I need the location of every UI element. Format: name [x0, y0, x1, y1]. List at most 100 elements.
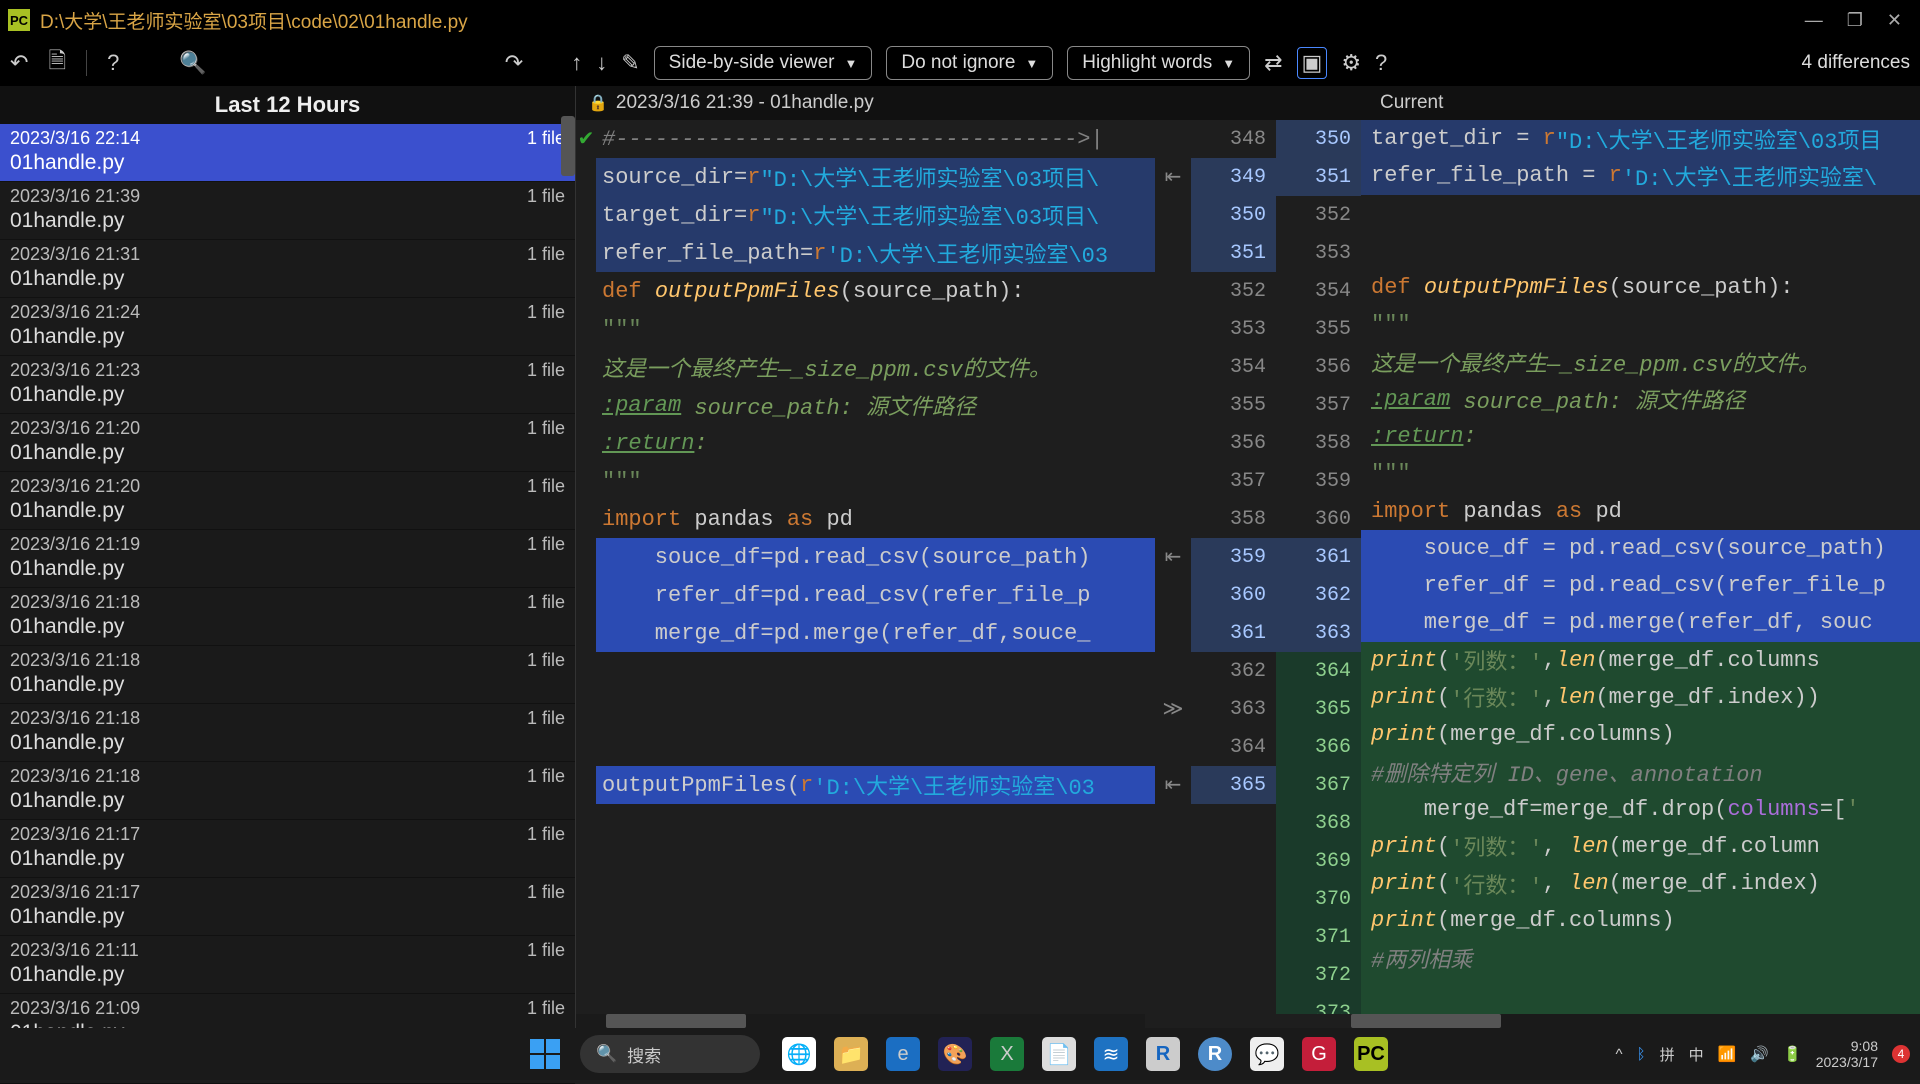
code-line[interactable]: #删除特定列 ID、gene、annotation: [1361, 753, 1920, 790]
right-code-panel[interactable]: target_dir = r"D:\大学\王老师实验室\03项目refer_fi…: [1361, 120, 1920, 1014]
history-item[interactable]: 2023/3/16 21:391 file01handle.py: [0, 182, 575, 240]
clock[interactable]: 9:08 2023/3/17: [1816, 1038, 1878, 1070]
volume-icon[interactable]: 🔊: [1750, 1045, 1769, 1063]
code-line[interactable]: [1361, 195, 1920, 232]
start-button[interactable]: [530, 1039, 560, 1069]
code-line[interactable]: source_dir=r"D:\大学\王老师实验室\03项目\: [596, 158, 1155, 196]
diff-marker-icon[interactable]: ⇤: [1155, 766, 1191, 804]
code-line[interactable]: :param source_path: 源文件路径: [596, 386, 1155, 424]
history-item[interactable]: 2023/3/16 22:141 file01handle.py: [0, 124, 575, 182]
code-line[interactable]: merge_df = pd.merge(refer_df, souc: [1361, 604, 1920, 641]
help-icon[interactable]: ?: [1375, 50, 1387, 76]
code-line[interactable]: import pandas as pd: [596, 500, 1155, 538]
pycharm-icon[interactable]: PC: [1354, 1037, 1388, 1071]
history-item[interactable]: 2023/3/16 21:181 file01handle.py: [0, 646, 575, 704]
history-item[interactable]: 2023/3/16 21:111 file01handle.py: [0, 936, 575, 994]
history-item[interactable]: 2023/3/16 21:231 file01handle.py: [0, 356, 575, 414]
redo-icon[interactable]: ↷: [505, 50, 523, 76]
edge-icon[interactable]: e: [886, 1037, 920, 1071]
left-hscrollbar[interactable]: [576, 1014, 1145, 1028]
system-tray[interactable]: ^ ᛒ 拼 中 📶 🔊 🔋 9:08 2023/3/17 4: [1616, 1028, 1910, 1080]
code-line[interactable]: [596, 652, 1155, 690]
history-item[interactable]: 2023/3/16 21:241 file01handle.py: [0, 298, 575, 356]
code-line[interactable]: [1361, 977, 1920, 1014]
code-line[interactable]: print(merge_df.columns): [1361, 902, 1920, 939]
code-line[interactable]: #两列相乘: [1361, 940, 1920, 977]
code-line[interactable]: :return:: [1361, 418, 1920, 455]
vscode-icon[interactable]: ≋: [1094, 1037, 1128, 1071]
code-line[interactable]: target_dir = r"D:\大学\王老师实验室\03项目: [1361, 120, 1920, 157]
code-line[interactable]: print('列数：', len(merge_df.column: [1361, 828, 1920, 865]
notification-badge[interactable]: 4: [1892, 1045, 1910, 1063]
revert-icon[interactable]: 🗎: [48, 44, 66, 82]
code-line[interactable]: """: [1361, 455, 1920, 492]
code-line[interactable]: """: [1361, 306, 1920, 343]
code-line[interactable]: target_dir=r"D:\大学\王老师实验室\03项目\: [596, 196, 1155, 234]
code-line[interactable]: souce_df=pd.read_csv(source_path): [596, 538, 1155, 576]
taskbar-search[interactable]: 🔍 搜索: [580, 1035, 760, 1073]
sync-scroll-icon[interactable]: ⇄: [1264, 50, 1282, 76]
edit-icon[interactable]: ✎: [621, 50, 639, 76]
maximize-button[interactable]: ❐: [1847, 10, 1863, 31]
code-line[interactable]: [596, 690, 1155, 728]
app-icon[interactable]: G: [1302, 1037, 1336, 1071]
collapse-unchanged-icon[interactable]: ▣: [1297, 47, 1328, 79]
diff-marker-icon[interactable]: ⇤: [1155, 538, 1191, 576]
code-line[interactable]: print('行数：',len(merge_df.index)): [1361, 679, 1920, 716]
wechat-icon[interactable]: 💬: [1250, 1037, 1284, 1071]
language-indicator[interactable]: 中: [1689, 1044, 1704, 1065]
code-line[interactable]: refer_df=pd.read_csv(refer_file_p: [596, 576, 1155, 614]
code-line[interactable]: def outputPpmFiles(source_path):: [596, 272, 1155, 310]
rstudio-icon[interactable]: R: [1146, 1037, 1180, 1071]
tray-chevron-icon[interactable]: ^: [1616, 1046, 1623, 1063]
undo-icon[interactable]: ↶: [10, 50, 28, 76]
history-item[interactable]: 2023/3/16 21:181 file01handle.py: [0, 762, 575, 820]
code-line[interactable]: [596, 728, 1155, 766]
history-item[interactable]: 2023/3/16 21:171 file01handle.py: [0, 878, 575, 936]
code-line[interactable]: """: [596, 462, 1155, 500]
close-button[interactable]: ✕: [1887, 10, 1902, 31]
code-line[interactable]: souce_df = pd.read_csv(source_path): [1361, 530, 1920, 567]
code-line[interactable]: def outputPpmFiles(source_path):: [1361, 269, 1920, 306]
code-line[interactable]: merge_df=pd.merge(refer_df,souce_: [596, 614, 1155, 652]
code-line[interactable]: outputPpmFiles(r'D:\大学\王老师实验室\03: [596, 766, 1155, 804]
code-line[interactable]: 这是一个最终产生—_size_ppm.csv的文件。: [596, 348, 1155, 386]
search-icon[interactable]: 🔍: [179, 50, 206, 76]
explorer-icon[interactable]: 📁: [834, 1037, 868, 1071]
code-line[interactable]: """: [596, 310, 1155, 348]
right-hscrollbar[interactable]: [1351, 1014, 1920, 1028]
code-line[interactable]: :return:: [596, 424, 1155, 462]
next-diff-icon[interactable]: ↓: [596, 50, 607, 76]
code-line[interactable]: #----------------------------------->|: [596, 120, 1155, 158]
code-line[interactable]: refer_df = pd.read_csv(refer_file_p: [1361, 567, 1920, 604]
diff-marker-icon[interactable]: ≫: [1155, 690, 1191, 728]
sidebar-scrollbar[interactable]: [561, 116, 575, 176]
wifi-icon[interactable]: 📶: [1718, 1045, 1737, 1063]
bluetooth-icon[interactable]: ᛒ: [1637, 1046, 1646, 1063]
code-line[interactable]: refer_file_path=r'D:\大学\王老师实验室\03: [596, 234, 1155, 272]
ime-indicator[interactable]: 拼: [1660, 1044, 1675, 1065]
history-item[interactable]: 2023/3/16 21:201 file01handle.py: [0, 472, 575, 530]
left-code-panel[interactable]: #----------------------------------->|so…: [596, 120, 1155, 1014]
chrome-icon[interactable]: 🌐: [782, 1037, 816, 1071]
code-line[interactable]: refer_file_path = r'D:\大学\王老师实验室\: [1361, 157, 1920, 194]
notepad-icon[interactable]: 📄: [1042, 1037, 1076, 1071]
history-item[interactable]: 2023/3/16 21:181 file01handle.py: [0, 588, 575, 646]
code-line[interactable]: [1361, 232, 1920, 269]
code-line[interactable]: print(merge_df.columns): [1361, 716, 1920, 753]
gear-icon[interactable]: ⚙: [1341, 50, 1361, 76]
code-line[interactable]: print('行数：', len(merge_df.index): [1361, 865, 1920, 902]
history-item[interactable]: 2023/3/16 21:201 file01handle.py: [0, 414, 575, 472]
history-item[interactable]: 2023/3/16 21:171 file01handle.py: [0, 820, 575, 878]
code-line[interactable]: import pandas as pd: [1361, 493, 1920, 530]
ignore-mode-dropdown[interactable]: Do not ignore ▼: [886, 46, 1053, 80]
view-mode-dropdown[interactable]: Side-by-side viewer ▼: [654, 46, 873, 80]
diff-marker-icon[interactable]: ⇤: [1155, 158, 1191, 196]
history-item[interactable]: 2023/3/16 21:311 file01handle.py: [0, 240, 575, 298]
code-line[interactable]: :param source_path: 源文件路径: [1361, 381, 1920, 418]
paint-icon[interactable]: 🎨: [938, 1037, 972, 1071]
prev-diff-icon[interactable]: ↑: [571, 50, 582, 76]
r-icon[interactable]: R: [1198, 1037, 1232, 1071]
highlight-mode-dropdown[interactable]: Highlight words ▼: [1067, 46, 1250, 80]
code-line[interactable]: 这是一个最终产生—_size_ppm.csv的文件。: [1361, 344, 1920, 381]
